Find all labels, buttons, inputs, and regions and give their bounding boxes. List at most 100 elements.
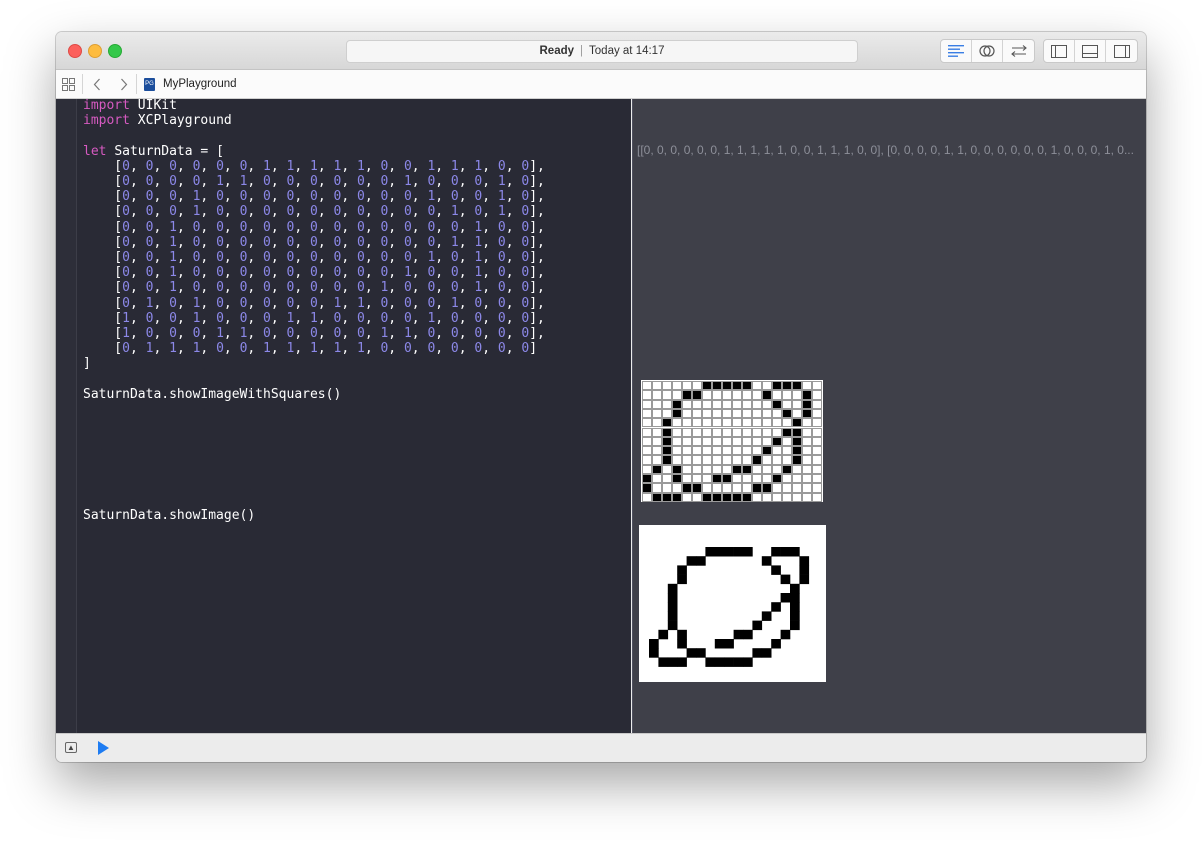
filled-square (792, 418, 802, 428)
filled-square (792, 446, 802, 456)
matrix-value: 0 (286, 326, 295, 342)
matrix-value: 0 (216, 265, 224, 281)
matrix-value: 0 (333, 204, 342, 220)
matrix-value: 1 (263, 341, 271, 357)
matrix-value: 1 (333, 295, 342, 311)
standard-editor-button[interactable] (941, 40, 972, 62)
matrix-value: 0 (239, 219, 248, 235)
matrix-value: 0 (380, 310, 389, 326)
empty-square (762, 427, 772, 437)
matrix-value: 0 (286, 234, 295, 250)
breadcrumb-file[interactable]: MyPlayground (163, 77, 237, 91)
empty-square (782, 436, 792, 447)
empty-square (702, 418, 712, 428)
empty-square (682, 399, 692, 409)
empty-square (672, 446, 682, 456)
swap-arrows-icon (1010, 45, 1027, 57)
pixel (733, 547, 744, 557)
empty-square (812, 427, 822, 437)
pixel (790, 620, 800, 631)
matrix-value: 0 (263, 234, 271, 250)
matrix-value: 1 (356, 341, 365, 357)
matrix-value: 1 (427, 310, 436, 326)
filled-square (782, 381, 792, 391)
pixel (705, 547, 716, 557)
matrix-value: 0 (239, 265, 248, 281)
empty-square (652, 390, 662, 400)
empty-square (642, 381, 652, 391)
source-editor[interactable]: import UIKit import XCPlayground let Sat… (56, 98, 631, 733)
matrix-value: 0 (310, 189, 318, 205)
hide-debug-icon[interactable]: ▲ (65, 742, 77, 753)
matrix-value: 0 (474, 326, 483, 342)
pixel-image-result[interactable] (639, 525, 826, 682)
filled-square (802, 408, 812, 419)
version-editor-button[interactable] (1003, 40, 1034, 62)
matrix-value: 0 (497, 280, 506, 296)
minimize-button[interactable] (88, 44, 102, 58)
matrix-value: 0 (333, 326, 342, 342)
code-text[interactable]: import UIKit import XCPlayground let Sat… (83, 98, 545, 524)
empty-square (792, 492, 802, 502)
toggle-navigator-button[interactable] (1044, 40, 1075, 62)
empty-square (672, 381, 682, 391)
matrix-value: 0 (427, 219, 436, 235)
empty-square (752, 436, 762, 447)
empty-square (702, 399, 712, 409)
chevron-left-icon[interactable] (93, 78, 101, 91)
empty-square (762, 464, 772, 474)
matrix-value: 0 (310, 295, 318, 311)
empty-square (772, 427, 782, 437)
zoom-button[interactable] (108, 44, 122, 58)
matrix-value: 0 (310, 326, 318, 342)
filled-square (672, 474, 682, 484)
assistant-editor-button[interactable] (972, 40, 1003, 62)
matrix-value: 0 (450, 250, 459, 266)
matrix-value: 0 (286, 280, 295, 296)
empty-square (752, 390, 762, 400)
matrix-value: 0 (263, 250, 271, 266)
pixel (696, 556, 706, 566)
empty-square (772, 408, 782, 419)
chevron-right-icon[interactable] (120, 78, 128, 91)
empty-square (682, 492, 692, 502)
matrix-value: 0 (356, 250, 365, 266)
empty-square (662, 381, 672, 391)
matrix-value: 0 (122, 295, 130, 311)
empty-square (682, 455, 692, 465)
empty-square (682, 418, 692, 428)
filled-square (662, 427, 672, 437)
matrix-value: 1 (427, 189, 436, 205)
empty-square (692, 474, 702, 484)
array-result-preview[interactable]: [[0, 0, 0, 0, 0, 0, 1, 1, 1, 1, 1, 0, 0,… (637, 143, 1142, 157)
matrix-value: 1 (356, 158, 365, 174)
matrix-value: 0 (380, 295, 389, 311)
toggle-debug-button[interactable] (1075, 40, 1106, 62)
empty-square (692, 446, 702, 456)
empty-square (762, 492, 772, 502)
empty-square (812, 436, 822, 447)
matrix-value: 0 (286, 174, 295, 190)
pixel (799, 556, 810, 566)
empty-square (772, 455, 782, 465)
close-button[interactable] (68, 44, 82, 58)
filled-square (662, 446, 672, 456)
grid-icon[interactable] (62, 78, 75, 91)
empty-square (782, 446, 792, 456)
matrix-value: 0 (427, 234, 436, 250)
import-keyword: import (83, 113, 130, 129)
play-icon[interactable] (98, 741, 109, 755)
filled-square (712, 474, 722, 484)
matrix-value: 0 (263, 295, 271, 311)
empty-square (812, 446, 822, 456)
empty-square (712, 464, 722, 474)
empty-square (642, 455, 652, 465)
matrix-value: 1 (145, 341, 154, 357)
empty-square (672, 427, 682, 437)
toggle-utilities-button[interactable] (1106, 40, 1137, 62)
matrix-value: 0 (239, 310, 248, 326)
squares-grid-result[interactable] (641, 380, 823, 502)
empty-square (792, 390, 802, 400)
matrix-value: 0 (474, 295, 483, 311)
matrix-value: 0 (403, 219, 412, 235)
